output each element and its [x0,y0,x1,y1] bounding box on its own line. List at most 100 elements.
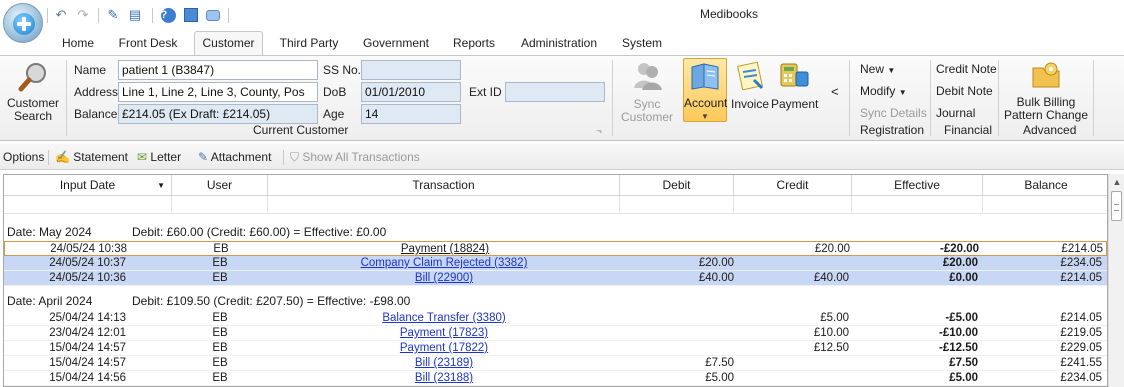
ssno-label: SS No. [323,63,362,77]
group-header-may-2024[interactable]: Date: May 2024 Debit: £60.00 (Credit: £6… [4,223,1107,241]
ssno-field[interactable] [361,60,461,80]
cell-transaction-link[interactable]: Bill (23188) [268,371,620,386]
cell-transaction-link[interactable]: Company Claim Rejected (3382) [268,256,620,271]
show-all-transactions-button[interactable]: ⛉ Show All Transactions [290,150,420,165]
table-row[interactable]: 15/04/24 14:57 EB Payment (17822) £12.50… [4,341,1107,356]
tab-reports[interactable]: Reports [448,33,500,55]
undo-icon[interactable]: ↶ [52,7,70,23]
invoice-button[interactable]: Invoice [729,60,771,124]
scroll-thumb[interactable] [1111,191,1122,221]
filter-cell[interactable] [734,196,852,214]
group-date-label: Date: April 2024 [7,294,93,308]
cell-date: 24/05/24 10:37 [49,257,126,269]
filter-cell[interactable] [852,196,983,214]
cell-credit [734,356,849,371]
column-header-input-date[interactable]: Input Date ▼ [4,175,172,196]
cell-debit [620,326,734,341]
cell-credit: £40.00 [813,272,849,284]
name-field[interactable]: patient 1 (B3847) [118,60,318,80]
collapse-button[interactable]: < [831,84,839,99]
age-label: Age [323,107,345,121]
redo-icon[interactable]: ↷ [74,7,92,23]
scroll-up-icon[interactable]: ▲ [1109,174,1124,190]
column-header-effective[interactable]: Effective [852,175,983,196]
folder-gear-icon [1032,62,1060,88]
address-field[interactable]: Line 1, Line 2, Line 3, County, Pos [118,82,318,102]
calculator-cash-icon [780,63,809,87]
dialog-launcher-icon[interactable]: ⬎ [596,126,603,135]
options-button[interactable]: Options [3,150,44,164]
customer-search-button[interactable]: Customer Search [4,60,62,124]
cell-user: EB [212,357,228,369]
credit-note-button[interactable]: Credit Note [936,62,997,76]
clipboard-icon[interactable]: ▤ [126,7,144,23]
cell-balance: £234.05 [1060,257,1102,269]
balance-field: £214.05 (Ex Draft: £214.05) [118,104,318,124]
filter-cell[interactable] [268,196,620,214]
cell-debit: £7.50 [705,357,734,369]
new-menu[interactable]: New ▼ [860,62,895,76]
cell-debit: £40.00 [698,272,734,284]
cell-credit: £12.50 [813,342,849,354]
column-header-user[interactable]: User [172,175,268,196]
filter-cell[interactable] [4,196,172,214]
debit-note-button[interactable]: Debit Note [936,84,993,98]
cell-transaction-link[interactable]: Payment (18824) [269,242,621,257]
column-header-debit[interactable]: Debit [620,175,734,196]
sync-details-button[interactable]: Sync Details [860,106,927,120]
modify-menu[interactable]: Modify ▼ [860,84,907,98]
grid-filter-row[interactable] [4,196,1107,214]
title-bar: ↶ ↷ ✎ ▤ ? Medibooks [0,0,1124,43]
cell-balance: £214.05 [1060,312,1102,324]
tab-home[interactable]: Home [57,33,99,55]
filter-cell[interactable] [172,196,268,214]
tab-third-party[interactable]: Third Party [274,33,344,55]
dropdown-arrow-icon: ▼ [887,66,896,75]
column-header-credit[interactable]: Credit [734,175,852,196]
table-row[interactable]: 24/05/24 10:36 EB Bill (22900) £40.00 £4… [4,271,1107,286]
cell-balance: £241.55 [1060,357,1102,369]
journal-button[interactable]: Journal [936,106,975,120]
cell-transaction-link[interactable]: Payment (17823) [268,326,620,341]
group-header-april-2024[interactable]: Date: April 2024 Debit: £109.50 (Credit:… [4,292,1107,310]
tab-system[interactable]: System [617,33,667,55]
attachment-button[interactable]: ✎ Attachment [198,150,271,164]
divider [1093,60,1094,136]
tab-front-desk[interactable]: Front Desk [112,33,184,55]
statement-button[interactable]: ✍ Statement [55,150,128,164]
cell-credit [734,256,849,271]
letter-button[interactable]: ✉ Letter [137,150,181,164]
divider [152,8,153,23]
payment-button[interactable]: Payment [771,60,819,124]
tab-customer[interactable]: Customer [194,31,263,55]
dob-field[interactable]: 01/01/2010 [361,82,461,102]
table-row[interactable]: 24/05/24 10:37 EB Company Claim Rejected… [4,256,1107,271]
sync-customer-button[interactable]: Sync Customer [616,60,678,124]
address-label: Address [74,85,119,99]
tab-administration[interactable]: Administration [515,33,603,55]
filter-cell[interactable] [620,196,734,214]
table-row[interactable]: 23/04/24 12:01 EB Payment (17823) £10.00… [4,326,1107,341]
edit-pencil-icon[interactable]: ✎ [104,7,122,23]
account-button[interactable]: Account ▼ [683,58,727,122]
table-row[interactable]: 15/04/24 14:56 EB Bill (23188) £5.00 £5.… [4,371,1107,386]
extid-field[interactable] [505,82,605,102]
cell-transaction-link[interactable]: Bill (22900) [268,271,620,286]
table-row[interactable]: 24/05/24 10:38 EB Payment (18824) £20.00… [4,241,1107,256]
cell-transaction-link[interactable]: Balance Transfer (3380) [268,311,620,326]
chat-icon[interactable] [204,7,222,23]
table-row[interactable]: 25/04/24 14:13 EB Balance Transfer (3380… [4,311,1107,326]
cell-transaction-link[interactable]: Bill (23189) [268,356,620,371]
attachment-icon: ✎ [198,150,209,164]
table-row[interactable]: 15/04/24 14:57 EB Bill (23189) £7.50 £7.… [4,356,1107,371]
form-icon[interactable] [182,7,200,23]
vertical-scrollbar[interactable]: ▲ [1108,174,1124,387]
help-icon[interactable]: ? [159,7,177,23]
tab-government[interactable]: Government [358,33,434,55]
bulk-billing-button[interactable]: Bulk Billing Pattern Change [1003,60,1089,122]
payment-label: Payment [771,97,819,111]
column-header-transaction[interactable]: Transaction [268,175,620,196]
column-header-balance[interactable]: Balance [983,175,1107,196]
app-menu-button[interactable] [3,3,43,43]
cell-transaction-link[interactable]: Payment (17822) [268,341,620,356]
